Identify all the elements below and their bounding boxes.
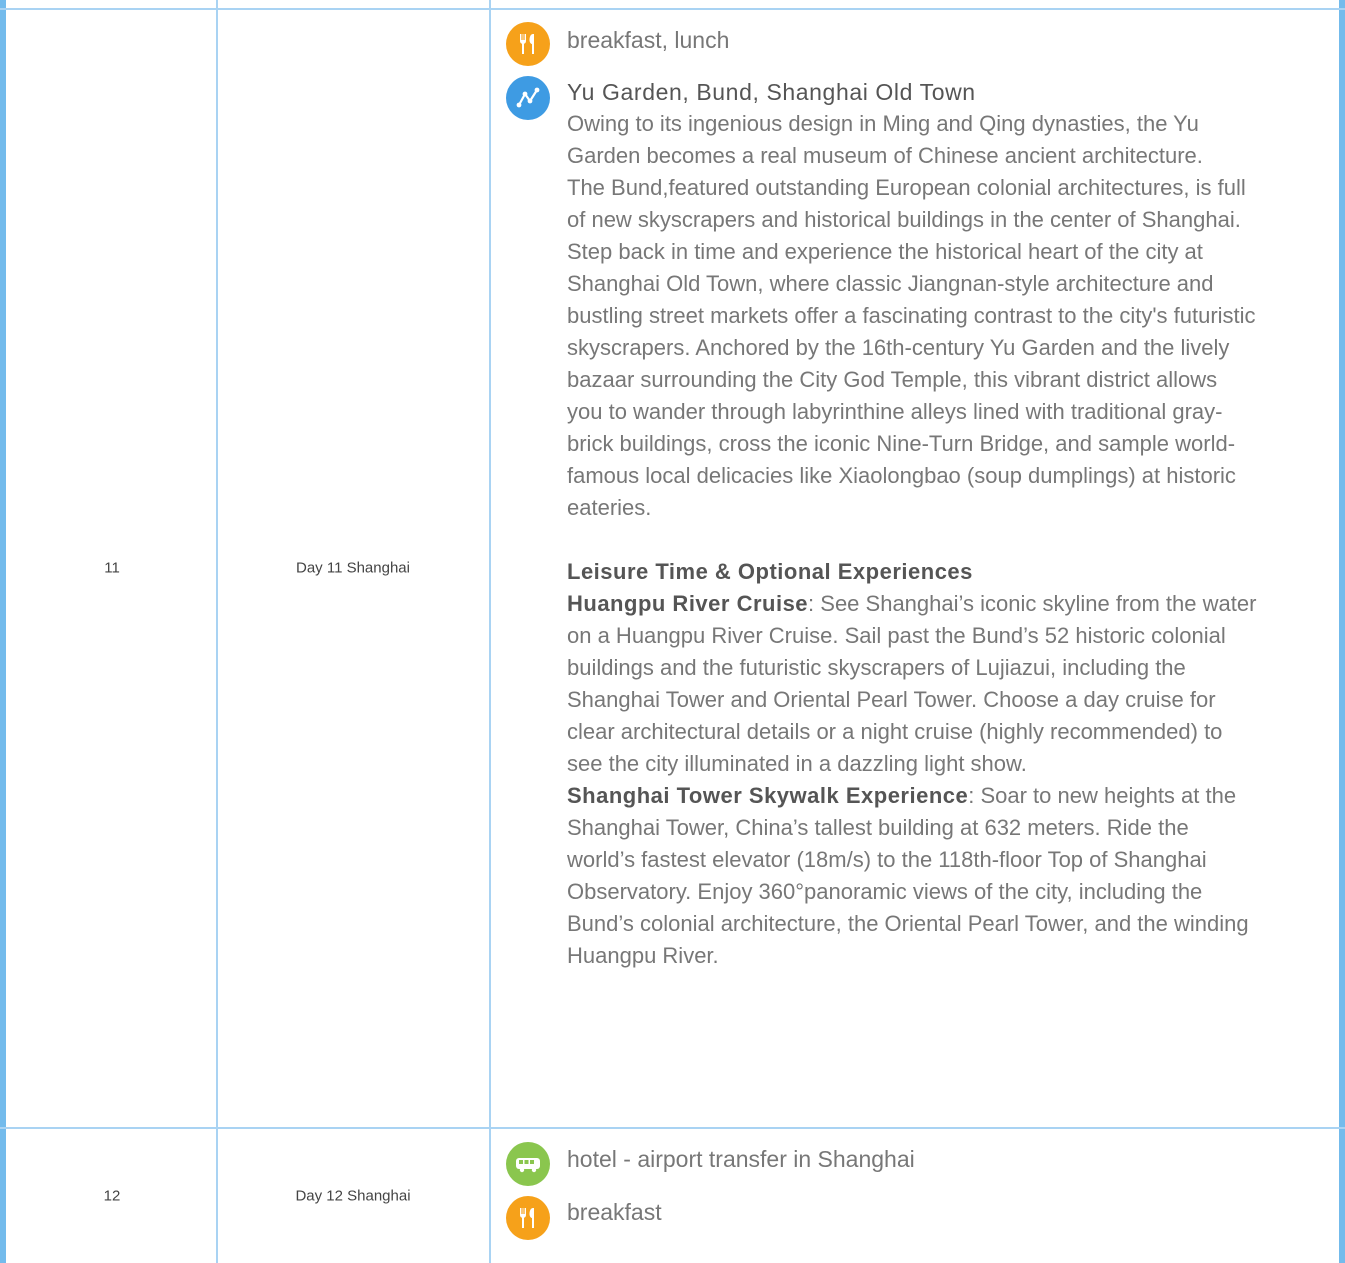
- day-number: 11: [104, 559, 120, 577]
- transfer-text: hotel - airport transfer in Shanghai: [567, 1146, 915, 1172]
- description-paragraph: Owing to its ingenious design in Ming an…: [567, 111, 1203, 168]
- day-title: Day 12 Shanghai: [295, 1187, 411, 1205]
- fork-knife-icon: [506, 22, 550, 66]
- fork-knife-icon: [506, 1196, 550, 1240]
- row-divider: [0, 1127, 1345, 1129]
- optional-experience: Shanghai Tower Skywalk Experience: Soar …: [567, 780, 1257, 972]
- optional-experience-text: : See Shanghai’s iconic skyline from the…: [567, 591, 1257, 776]
- column-divider: [216, 0, 218, 1263]
- route-icon: [506, 76, 550, 120]
- itinerary-table: 11 Day 11 Shanghai breakfast, lunch Yu G…: [0, 0, 1345, 1263]
- bus-icon: [506, 1142, 550, 1186]
- day-number: 12: [103, 1187, 121, 1205]
- meals-text: breakfast, lunch: [567, 27, 730, 53]
- optional-experience-text: : Soar to new heights at the Shanghai To…: [567, 783, 1249, 968]
- column-divider: [489, 0, 491, 1263]
- route-title: Yu Garden, Bund, Shanghai Old Town: [567, 79, 976, 105]
- optional-experience: Huangpu River Cruise: See Shanghai’s ico…: [567, 588, 1257, 780]
- table-right-border: [1339, 0, 1345, 1263]
- day-title: Day 11 Shanghai: [296, 559, 410, 577]
- table-left-border: [0, 0, 6, 1263]
- optional-experience-name: Huangpu River Cruise: [567, 591, 809, 616]
- description-paragraph: The Bund,featured outstanding European c…: [567, 175, 1246, 232]
- row-divider: [0, 8, 1345, 10]
- description-paragraph: Step back in time and experience the his…: [567, 239, 1256, 520]
- meals-text: breakfast: [567, 1199, 662, 1225]
- leisure-heading: Leisure Time & Optional Experiences: [567, 559, 973, 584]
- route-description: Owing to its ingenious design in Ming an…: [567, 108, 1257, 972]
- optional-experience-name: Shanghai Tower Skywalk Experience: [567, 783, 969, 808]
